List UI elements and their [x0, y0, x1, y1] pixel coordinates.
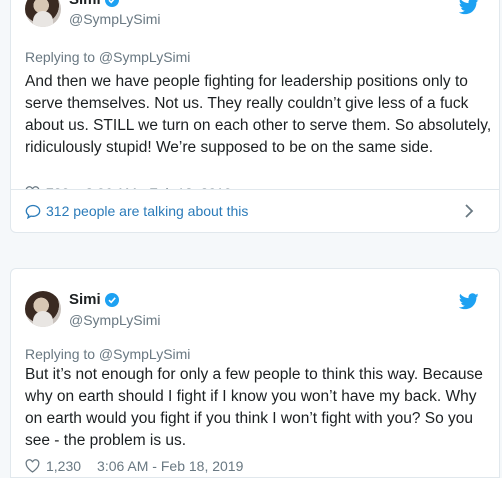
author-handle[interactable]: @SympLySimi — [69, 312, 161, 328]
tweet-card[interactable]: Simi @SympLySimi Replying to @SympLySimi… — [10, 268, 500, 478]
twitter-bird-icon[interactable] — [459, 293, 479, 310]
tweet-text: But it’s not enough for only a few peopl… — [25, 366, 483, 449]
conversation-link[interactable]: 312 people are talking about this — [10, 189, 500, 233]
tweet-meta: 1,230 3:06 AM - Feb 18, 2019 — [25, 458, 243, 474]
author-handle[interactable]: @SympLySimi — [69, 11, 161, 27]
conversation-label[interactable]: 312 people are talking about this — [46, 203, 248, 219]
like-count[interactable]: 1,230 — [46, 458, 81, 474]
verified-badge-icon — [105, 293, 119, 307]
avatar[interactable] — [25, 291, 61, 327]
tweet-text: And then we have people fighting for lea… — [25, 73, 492, 156]
reply-context[interactable]: Replying to @SympLySimi — [25, 346, 190, 362]
speech-bubble-icon — [25, 204, 41, 219]
twitter-bird-icon[interactable] — [459, 0, 479, 15]
chevron-right-icon[interactable] — [461, 203, 477, 219]
tweet-card[interactable]: Simi @SympLySimi Replying to @SympLySimi… — [10, 0, 500, 201]
reply-context[interactable]: Replying to @SympLySimi — [25, 49, 190, 65]
author-name[interactable]: Simi — [69, 0, 101, 8]
avatar[interactable] — [25, 0, 61, 27]
verified-badge-icon — [105, 0, 119, 7]
author-name[interactable]: Simi — [69, 291, 101, 308]
timestamp[interactable]: 3:06 AM - Feb 18, 2019 — [97, 458, 243, 474]
heart-icon[interactable] — [25, 459, 40, 473]
